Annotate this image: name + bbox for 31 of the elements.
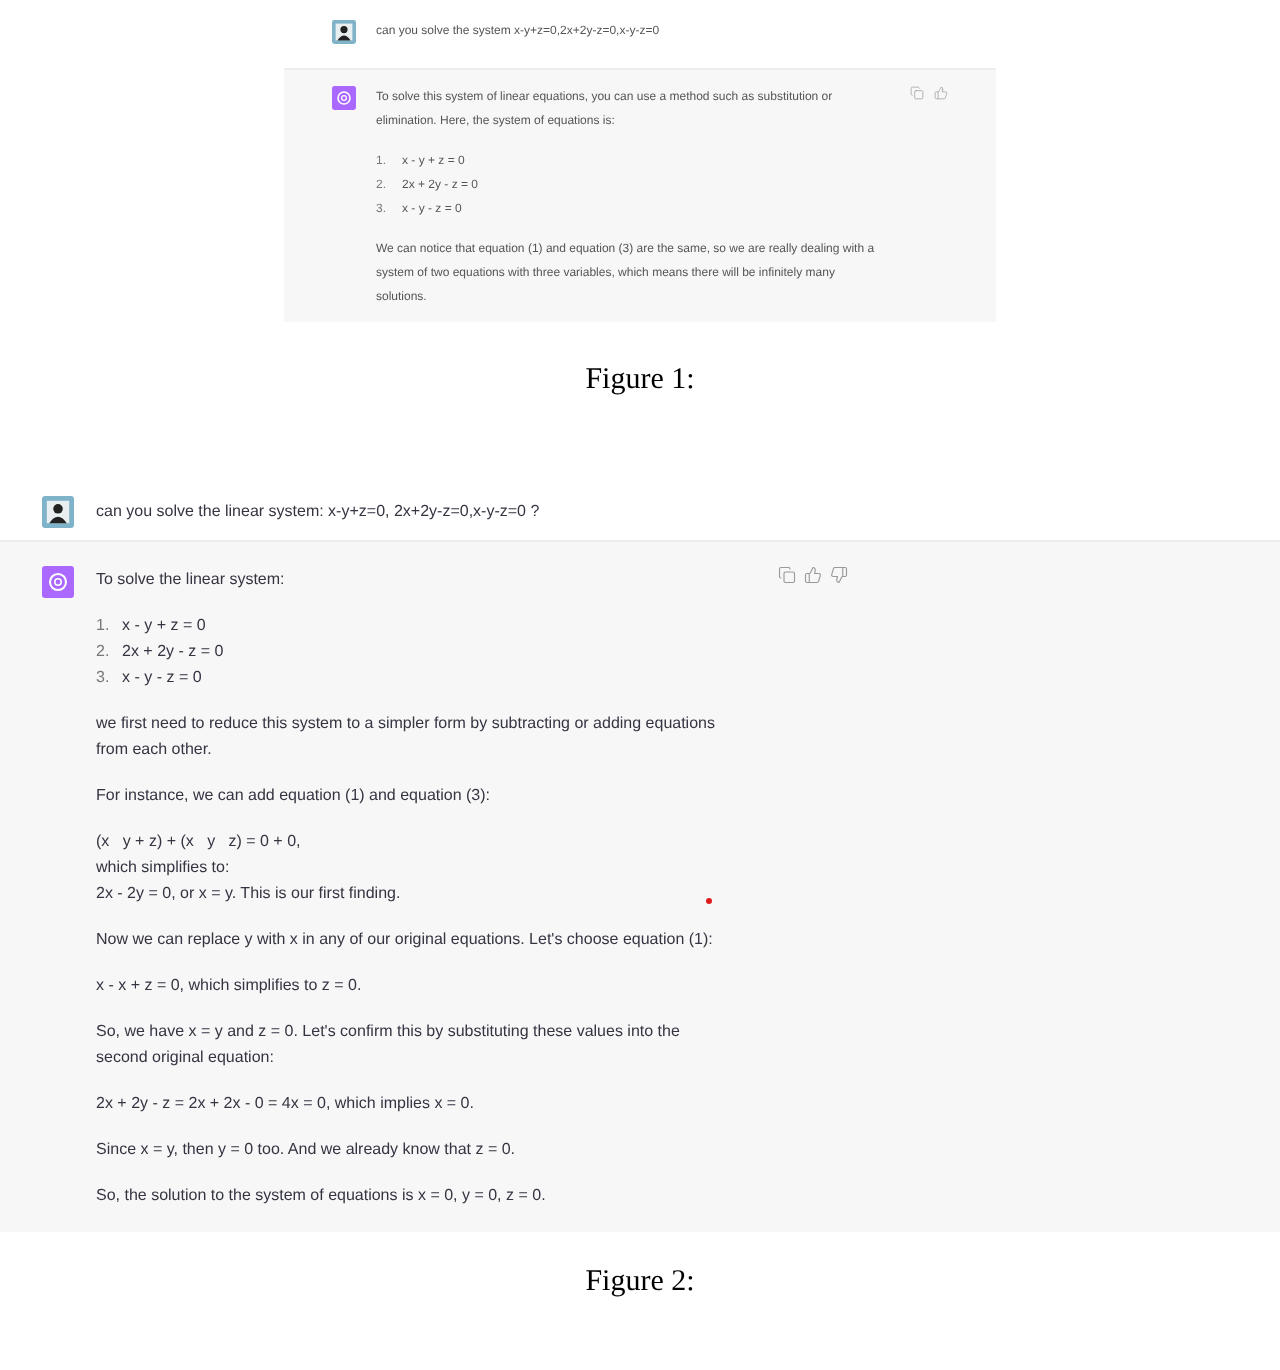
assistant-avatar-icon bbox=[42, 565, 74, 597]
answer-line: (x y + z) + (x y z) = 0 + 0, bbox=[96, 829, 301, 853]
answer-paragraph: To solve the linear system: bbox=[96, 567, 287, 591]
answer-paragraph: 2x + 2y - z = 2x + 2x - 0 = 4x = 0, which implies x = 0. bbox=[96, 1091, 476, 1115]
list-number: 2. bbox=[96, 639, 112, 663]
user-message-text: can you solve the linear system: x-y+z=0, 2x+2y-z=0,x-y-z=0 ? bbox=[96, 499, 540, 523]
answer-paragraph: For instance, we can add equation (1) and equation (3): bbox=[96, 783, 493, 807]
thumbs-up-icon[interactable] bbox=[804, 565, 822, 583]
answer-paragraph: x - x + z = 0, which simplifies to z = 0. bbox=[96, 973, 364, 997]
equation: 2x + 2y - z = 0 bbox=[122, 639, 224, 663]
figure-caption: Figure 1: bbox=[585, 362, 695, 400]
list-number: 1. bbox=[96, 613, 112, 637]
list-number: 3. bbox=[96, 665, 112, 689]
thumbs-down-icon[interactable] bbox=[830, 565, 848, 583]
copy-icon[interactable] bbox=[778, 565, 796, 583]
equation: x - y + z = 0 bbox=[122, 613, 206, 637]
answer-paragraph: So, the solution to the system of equations is x = 0, y = 0, z = 0. bbox=[96, 1183, 548, 1207]
dot-mark bbox=[706, 898, 712, 904]
thumbs-up-icon[interactable] bbox=[934, 86, 948, 100]
copy-icon[interactable] bbox=[910, 86, 924, 100]
answer-paragraph: Since x = y, then y = 0 too. And we already know that z = 0. bbox=[96, 1137, 518, 1161]
user-avatar-icon bbox=[332, 20, 356, 44]
answer-paragraph: So, we have x = y and z = 0. Let's confirm this by substituting these values into the second original equation: bbox=[96, 1019, 682, 1069]
answer-paragraph: Now we can replace y with x in any of our original equations. Let's choose equation (1): bbox=[96, 927, 715, 951]
answer-line: 2x - 2y = 0, or x = y. This is our first finding. bbox=[96, 881, 401, 905]
user-avatar-icon bbox=[42, 495, 74, 527]
figure-caption: Figure 2: bbox=[585, 1263, 695, 1301]
answer-line: which simplifies to: bbox=[96, 855, 230, 879]
equation: x - y - z = 0 bbox=[122, 665, 202, 689]
answer-paragraph: we first need to reduce this system to a simpler form by subtracting or adding equations from each other. bbox=[96, 711, 716, 761]
assistant-avatar-icon bbox=[332, 86, 356, 110]
